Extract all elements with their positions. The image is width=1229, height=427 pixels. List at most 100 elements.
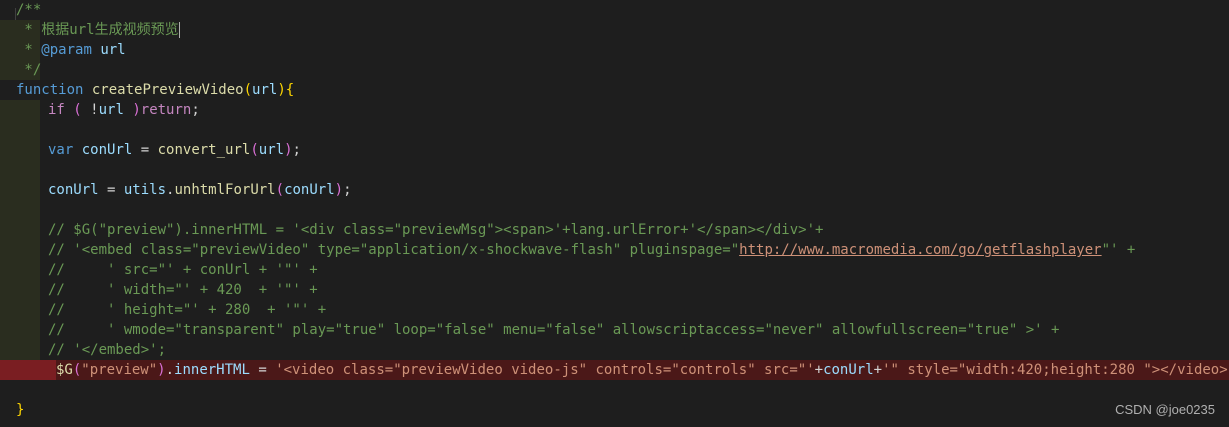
token: unhtmlForUrl [174, 182, 276, 198]
code-text: } [16, 400, 24, 420]
code-text: if ( !url )return; [48, 100, 200, 120]
token: } [16, 402, 25, 418]
code-line[interactable] [0, 120, 1229, 140]
code-text: /** [16, 0, 41, 20]
token: . [165, 362, 175, 378]
indent-highlight [0, 340, 40, 360]
token: ) [277, 82, 286, 98]
code-line[interactable]: // ' src="' + conUrl + '"' + [0, 260, 1229, 280]
token: // '</embed>'; [48, 342, 167, 358]
token: url [98, 102, 124, 118]
code-text: conUrl = utils.unhtmlForUrl(conUrl); [48, 180, 352, 200]
token: /** [16, 2, 42, 18]
token: utils [123, 182, 167, 198]
token: // $G("preview").innerHTML = '<div class… [48, 222, 824, 238]
token: ! [81, 102, 99, 118]
token: return [140, 102, 192, 118]
indent-highlight [0, 180, 40, 200]
token: '" style="width:420;height:280 "></video… [882, 362, 1229, 378]
token: // ' src="' + conUrl + '"' + [48, 262, 318, 278]
indent-highlight [0, 240, 40, 260]
code-line[interactable] [0, 380, 1229, 400]
code-line[interactable] [0, 200, 1229, 220]
token: ) [334, 182, 344, 198]
token: * 根据url生成视频预览 [16, 22, 179, 38]
token: = [98, 182, 124, 198]
code-text: * @param url [16, 40, 126, 60]
indent-highlight [0, 300, 40, 320]
code-line[interactable] [0, 160, 1229, 180]
code-line[interactable]: var conUrl = convert_url(url); [0, 140, 1229, 160]
token: if [48, 102, 65, 118]
token: var [48, 142, 74, 158]
code-line[interactable]: */ [0, 60, 1229, 80]
indent-highlight [0, 160, 40, 180]
code-text: var conUrl = convert_url(url); [48, 140, 301, 160]
token: '<video class="previewVideo video-js" co… [275, 362, 815, 378]
token: ; [191, 102, 200, 118]
code-line[interactable]: // '</embed>'; [0, 340, 1229, 360]
token: ( [275, 182, 285, 198]
token: ; [343, 182, 352, 198]
token: createPreviewVideo [91, 82, 244, 98]
code-text: */ [16, 60, 41, 80]
token: "' + [1101, 242, 1136, 258]
code-line[interactable]: // ' wmode="transparent" play="true" loo… [0, 320, 1229, 340]
token: $G [56, 362, 73, 378]
code-text: // '</embed>'; [48, 340, 166, 360]
watermark: CSDN @joe0235 [1115, 402, 1215, 417]
token: innerHTML [174, 362, 250, 378]
token: ( [243, 82, 253, 98]
token: @param [41, 42, 92, 58]
code-line[interactable]: conUrl = utils.unhtmlForUrl(conUrl); [0, 180, 1229, 200]
token: conUrl [823, 362, 874, 378]
token: url [258, 142, 285, 158]
indent-highlight [0, 140, 40, 160]
code-line[interactable]: if ( !url )return; [0, 100, 1229, 120]
error-indent-marker [0, 360, 56, 380]
code-line[interactable]: // ' height="' + 280 + '"' + [0, 300, 1229, 320]
indent-highlight [0, 120, 40, 140]
code-text: // '<embed class="previewVideo" type="ap… [48, 240, 1135, 260]
code-text: // $G("preview").innerHTML = '<div class… [48, 220, 823, 240]
code-editor[interactable]: /** * 根据url生成视频预览 * @param url */ functio… [0, 0, 1229, 427]
token: "preview" [81, 362, 158, 378]
code-line[interactable]: * @param url [0, 40, 1229, 60]
code-text: // ' height="' + 280 + '"' + [48, 300, 326, 320]
token: = [249, 362, 276, 378]
token: conUrl [284, 182, 335, 198]
code-line[interactable]: /** [0, 0, 1229, 20]
token: url [252, 82, 278, 98]
token[interactable]: http://www.macromedia.com/go/getflashpla… [739, 242, 1101, 258]
token: = [132, 142, 158, 158]
token: ) [132, 102, 141, 118]
token: conUrl [81, 142, 133, 158]
code-text: function createPreviewVideo(url){ [16, 80, 294, 100]
indent-highlight [0, 320, 40, 340]
token: // '<embed class="previewVideo" type="ap… [48, 242, 740, 258]
code-line[interactable]: $G("preview").innerHTML = '<video class=… [0, 360, 1229, 380]
code-text: // ' width="' + 420 + '"' + [48, 280, 318, 300]
code-line[interactable]: // $G("preview").innerHTML = '<div class… [0, 220, 1229, 240]
token: + [873, 362, 883, 378]
indent-highlight [0, 260, 40, 280]
token: + [814, 362, 824, 378]
token: url [100, 42, 126, 58]
indent-highlight [0, 200, 40, 220]
token: convert_url [157, 142, 251, 158]
code-text: // ' wmode="transparent" play="true" loo… [48, 320, 1059, 340]
token: // ' wmode="transparent" play="true" loo… [48, 322, 1060, 338]
indent-highlight [0, 280, 40, 300]
code-line[interactable]: function createPreviewVideo(url){ [0, 80, 1229, 100]
token: ( [250, 142, 259, 158]
token: ) [157, 362, 166, 378]
code-line[interactable]: } [0, 400, 1229, 420]
code-line[interactable]: // ' width="' + 420 + '"' + [0, 280, 1229, 300]
code-line[interactable]: * 根据url生成视频预览 [0, 20, 1229, 40]
token: function [16, 82, 84, 98]
token: // ' width="' + 420 + '"' + [48, 282, 318, 298]
code-text: $G("preview").innerHTML = '<video class=… [56, 360, 1229, 380]
token: */ [16, 62, 42, 78]
code-line[interactable]: // '<embed class="previewVideo" type="ap… [0, 240, 1229, 260]
